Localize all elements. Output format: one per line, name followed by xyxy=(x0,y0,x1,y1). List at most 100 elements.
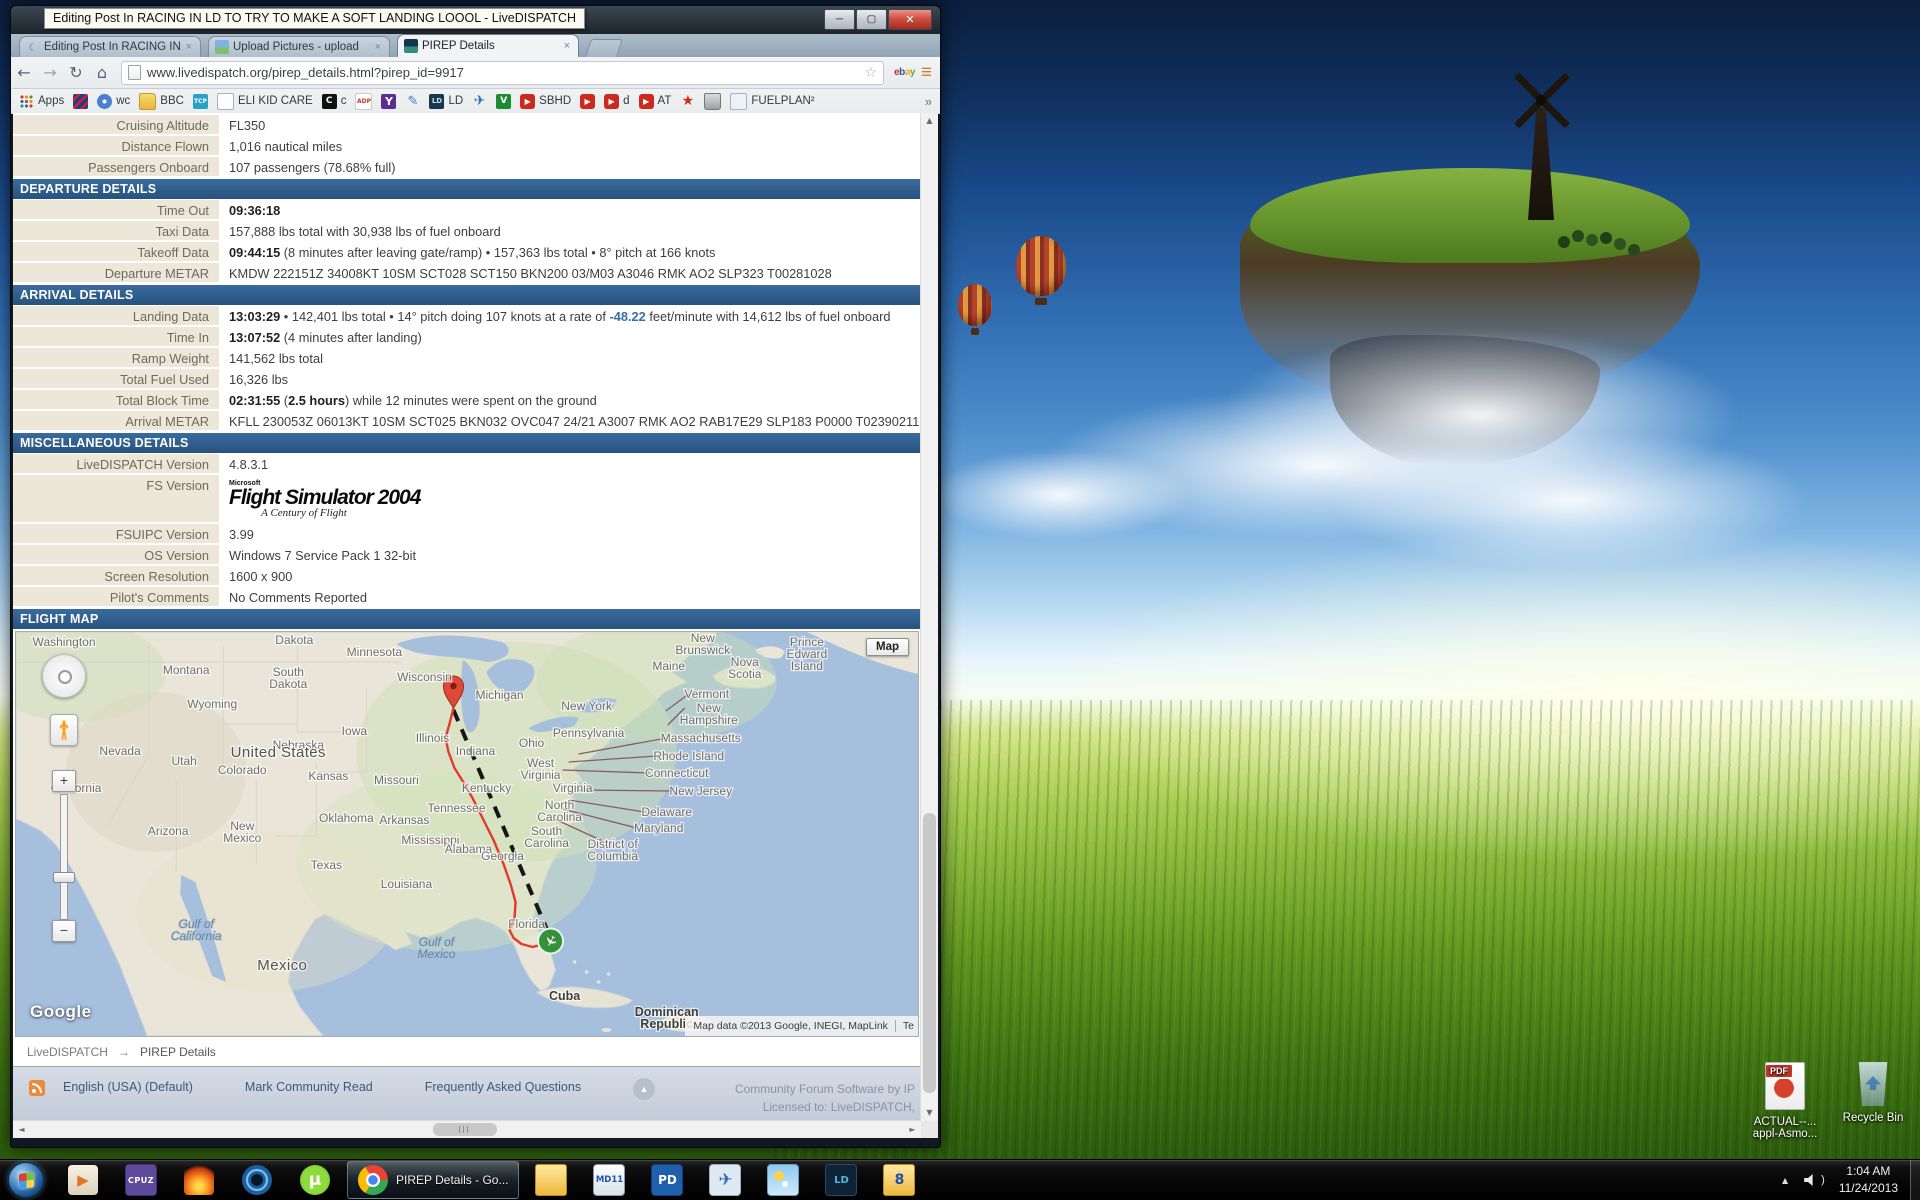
vertical-speed-link[interactable]: -48.22 xyxy=(609,309,645,324)
close-button[interactable]: ✕ xyxy=(888,9,932,30)
row-value: 141,562 lbs total xyxy=(219,348,921,369)
pan-up-icon[interactable] xyxy=(59,658,69,668)
maximize-button[interactable]: ▢ xyxy=(856,9,887,30)
youtube-icon: ▶ xyxy=(639,94,654,109)
bookmark-item[interactable]: ✎ xyxy=(405,94,420,109)
map-label: Massachusetts xyxy=(661,731,741,745)
desktop-icon[interactable]: PDFACTUAL--...appl-Asmo... xyxy=(1742,1062,1828,1140)
bookmark-item[interactable]: V xyxy=(496,94,511,109)
taskbar-item[interactable]: MD11 xyxy=(581,1162,637,1198)
terms-link[interactable]: Te xyxy=(903,1020,914,1032)
bookmark-item[interactable]: ▶d xyxy=(604,94,629,109)
bookmark-item[interactable]: TCP xyxy=(193,94,208,109)
address-bar[interactable]: www.livedispatch.org/pirep_details.html?… xyxy=(121,61,884,85)
bookmark-item[interactable]: Cc xyxy=(322,94,347,109)
bookmark-item[interactable]: wc xyxy=(97,94,130,109)
vertical-scrollbar[interactable]: ▲ ▼ xyxy=(920,113,938,1121)
vertical-scroll-thumb[interactable] xyxy=(923,813,936,1093)
map-label: Ohio xyxy=(519,736,545,750)
breadcrumb: LiveDISPATCH → PIREP Details xyxy=(13,1037,921,1066)
taskbar-item[interactable]: ✈ xyxy=(697,1162,753,1198)
home-icon[interactable]: ⌂ xyxy=(89,61,115,85)
map-pan-control[interactable] xyxy=(42,654,86,698)
mark-read-link[interactable]: Mark Community Read xyxy=(245,1080,373,1094)
url-text[interactable]: www.livedispatch.org/pirep_details.html?… xyxy=(147,65,865,80)
show-desktop-button[interactable] xyxy=(1910,1160,1920,1200)
bookmark-item[interactable] xyxy=(73,94,88,109)
scroll-left-icon[interactable]: ◄ xyxy=(13,1121,30,1138)
taskbar-item[interactable] xyxy=(229,1162,285,1198)
forward-icon[interactable]: → xyxy=(37,61,63,85)
street-view-pegman[interactable] xyxy=(50,714,78,746)
zoom-out-button[interactable]: − xyxy=(52,920,76,942)
back-icon[interactable]: ← xyxy=(11,61,37,85)
taskbar-item[interactable] xyxy=(171,1162,227,1198)
bookmark-item[interactable]: Y xyxy=(381,94,396,109)
taskbar-active-task[interactable]: PIREP Details - Go... xyxy=(347,1161,519,1199)
flight-map[interactable]: ✈ WashingtonMontanaDakotaMinnesotaWiscon… xyxy=(15,631,919,1037)
minimize-button[interactable]: ─ xyxy=(824,9,855,30)
desktop-icon[interactable]: Recycle Bin xyxy=(1830,1062,1916,1124)
taskbar-item[interactable] xyxy=(523,1162,579,1198)
reload-icon[interactable]: ↻ xyxy=(63,61,89,85)
tab-close-icon[interactable]: × xyxy=(184,41,194,53)
zoom-slider-handle[interactable] xyxy=(53,872,75,883)
ebay-extension-icon[interactable]: ebay xyxy=(894,67,915,78)
bookmark-star-icon[interactable]: ☆ xyxy=(865,65,878,81)
bookmark-item[interactable]: ▶SBHD xyxy=(520,94,571,109)
bookmark-item[interactable]: ADP xyxy=(355,93,372,110)
tab-close-icon[interactable]: × xyxy=(562,40,572,52)
bookmark-item[interactable]: LDLD xyxy=(429,94,463,109)
browser-tab[interactable]: PIREP Details× xyxy=(397,34,579,57)
language-link[interactable]: English (USA) (Default) xyxy=(63,1080,193,1094)
horizontal-scrollbar[interactable]: ◄ ► xyxy=(13,1120,921,1138)
taskbar-item[interactable]: ▶ xyxy=(55,1162,111,1198)
window-titlebar[interactable]: Editing Post In RACING IN LD TO TRY TO M… xyxy=(11,6,940,34)
scroll-top-button[interactable]: ▲ xyxy=(633,1078,655,1100)
start-button[interactable] xyxy=(8,1162,44,1198)
bookmark-item[interactable]: ▶ xyxy=(580,94,595,109)
zoom-in-button[interactable]: + xyxy=(52,770,76,792)
taskbar-item[interactable]: CPUZ xyxy=(113,1162,169,1198)
rss-icon[interactable] xyxy=(29,1080,45,1096)
browser-tab[interactable]: ☾Editing Post In RACING IN× xyxy=(19,36,201,57)
scroll-down-icon[interactable]: ▼ xyxy=(921,1105,938,1121)
pan-down-icon[interactable] xyxy=(59,684,69,694)
faq-link[interactable]: Frequently Asked Questions xyxy=(425,1080,581,1094)
pan-left-icon[interactable] xyxy=(46,671,56,681)
new-tab-button[interactable] xyxy=(585,39,623,57)
map-label: New Jersey xyxy=(669,784,732,798)
breadcrumb-home[interactable]: LiveDISPATCH xyxy=(27,1045,108,1059)
bookmarks-overflow-chevron[interactable]: » xyxy=(925,94,932,109)
map-type-button[interactable]: Map xyxy=(866,638,909,656)
bookmark-item[interactable]: BBC xyxy=(139,93,184,110)
bookmark-item[interactable]: Apps xyxy=(19,94,64,109)
taskbar-item[interactable]: LD xyxy=(813,1162,869,1198)
bookmark-item[interactable]: FUELPLAN² xyxy=(730,93,814,110)
taskbar-item[interactable] xyxy=(755,1162,811,1198)
tray-expand-icon[interactable]: ▲ xyxy=(1782,1176,1788,1185)
taskbar-item[interactable]: 8 xyxy=(871,1162,927,1198)
bookmark-item[interactable]: ▶AT xyxy=(639,94,672,109)
speaker-icon[interactable] xyxy=(1804,1174,1817,1186)
bookmark-item[interactable]: ✈ xyxy=(472,94,487,109)
horizontal-scroll-thumb[interactable] xyxy=(433,1123,497,1136)
bookmark-item[interactable]: ELI KID CARE xyxy=(217,93,313,110)
taskbar-item[interactable]: PD xyxy=(639,1162,695,1198)
recycle-bin-icon xyxy=(1856,1062,1890,1106)
value-text: 16,326 lbs xyxy=(229,372,288,387)
folder-8-icon: 8 xyxy=(883,1164,915,1196)
taskbar-clock[interactable]: 1:04 AM 11/24/2013 xyxy=(1839,1163,1898,1198)
tab-close-icon[interactable]: × xyxy=(373,41,383,53)
chrome-menu-icon[interactable]: ≡ xyxy=(921,62,932,84)
bookmark-item[interactable]: ★ xyxy=(680,94,695,109)
taskbar-item[interactable]: µ xyxy=(287,1162,343,1198)
bookmark-item[interactable] xyxy=(704,93,721,110)
scroll-up-icon[interactable]: ▲ xyxy=(921,113,938,129)
zoom-slider-track[interactable] xyxy=(60,794,68,920)
pan-center[interactable] xyxy=(58,670,72,684)
pan-right-icon[interactable] xyxy=(72,671,82,681)
browser-tab[interactable]: Upload Pictures - upload× xyxy=(208,36,390,57)
google-logo[interactable]: Google xyxy=(30,1002,92,1022)
scroll-right-icon[interactable]: ► xyxy=(904,1121,921,1138)
